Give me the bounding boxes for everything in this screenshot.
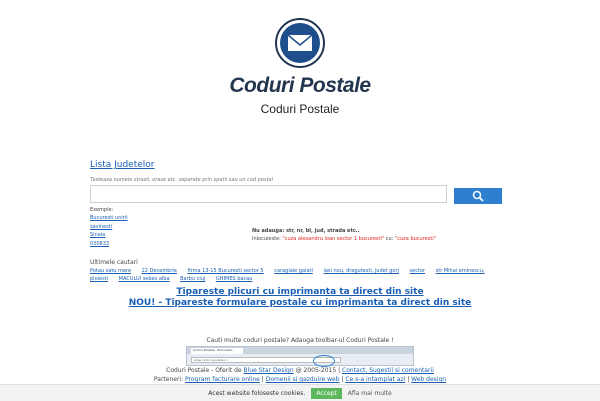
cookie-more-link[interactable]: Afla mai multe	[348, 390, 392, 397]
search-hint: Tasteaza numele strazii, orase etc. sepa…	[90, 177, 273, 183]
recent-search-link[interactable]: caragiale galati	[274, 268, 313, 274]
partner-link[interactable]: Web design	[411, 376, 446, 383]
promo-formulare-link[interactable]: NOU! - Tipareste formulare postale cu im…	[129, 298, 472, 308]
promo-formulare: NOU! - Tipareste formulare postale cu im…	[0, 298, 600, 308]
search-button[interactable]	[454, 188, 502, 204]
tip-nu-adauga: Nu adauga: str, nr, bl, jud, strada etc.…	[252, 228, 360, 234]
footer-prefix: Coduri Postale - Oferit de	[166, 367, 244, 374]
cookie-accept-button[interactable]: Accept	[311, 387, 342, 399]
lista-judetelor-link[interactable]: Lista Judetelor	[90, 160, 155, 170]
tip-prefix: Inlocuieste:	[252, 236, 283, 242]
blue-star-link[interactable]: Blue Star Design	[244, 367, 294, 374]
recent-search-link[interactable]: Potau satu mare	[90, 268, 131, 274]
search-icon	[472, 190, 484, 202]
recent-searches-list: Potau satu mare 22 Decembrie firma 13-15…	[90, 267, 510, 283]
recent-search-link[interactable]: ploiesti	[90, 276, 108, 282]
partners-label: Parteneri:	[153, 376, 186, 383]
recent-search-link[interactable]: 22 Decembrie	[142, 268, 177, 274]
envelope-logo-icon	[275, 18, 325, 68]
footer-credits: Coduri Postale - Oferit de Blue Star Des…	[0, 367, 600, 374]
search-input[interactable]	[90, 185, 447, 203]
toolbar-screenshot-tab: Coduri Postale - Bucuresti...	[191, 348, 243, 354]
recent-search-link[interactable]: MACULUI sebes alba	[119, 276, 170, 282]
partner-link[interactable]: Domenii si gazduire web	[266, 376, 340, 383]
exemple-label: Exemple:	[90, 207, 114, 213]
exemple-item[interactable]: 030833	[90, 240, 128, 249]
recent-search-link[interactable]: GHIMES bacau	[216, 276, 253, 282]
tip-good-example: "cuza bucuresti"	[394, 236, 437, 242]
contact-link[interactable]: Contact, Sugestii si comentarii	[342, 367, 434, 374]
partner-link[interactable]: Program facturare online	[185, 376, 260, 383]
recent-search-link[interactable]: sector	[410, 268, 426, 274]
recent-search-link[interactable]: Barbu cluj	[180, 276, 205, 282]
recent-search-link[interactable]: str Mihai eminescu,	[436, 268, 485, 274]
promo-plicuri: Tipareste plicuri cu imprimanta ta direc…	[0, 287, 600, 297]
toolbar-screenshot[interactable]: Coduri Postale - Bucuresti... www.coduri…	[186, 346, 414, 367]
footer-years: @ 2005-2015 |	[293, 367, 343, 374]
tip-inlocuieste: Inlocuieste: "cuza alexandru ioan sector…	[252, 236, 436, 242]
page-subtitle: Coduri Postale	[260, 102, 340, 116]
promo-plicuri-link[interactable]: Tipareste plicuri cu imprimanta ta direc…	[176, 287, 423, 297]
toolbar-question: Cauti multe coduri postale? Adauga toolb…	[206, 337, 394, 344]
exemple-item[interactable]: Sinaia	[90, 231, 128, 240]
cookie-bar: Acest website foloseste cookies. Accept …	[0, 384, 600, 401]
exemple-item[interactable]: Bucuresti unirii	[90, 214, 128, 223]
cookie-text: Acest website foloseste cookies.	[208, 389, 306, 397]
partner-link[interactable]: Ce s-a intamplat azi	[345, 376, 405, 383]
tip-bad-example: "cuza alexandru ioan sector 1 bucuresti"	[282, 236, 385, 242]
recent-search-link[interactable]: firma 13-15 Bucuresti sector 5	[188, 268, 264, 274]
toolbar-highlight-circle	[313, 355, 335, 367]
recent-searches-label: Ultimele cautari	[90, 259, 138, 266]
footer-partners: Parteneri: Program facturare online | Do…	[153, 376, 447, 383]
tip-mid: cu:	[384, 236, 395, 242]
exemple-list: Bucuresti unirii savinesti Sinaia 030833	[90, 214, 128, 248]
exemple-item[interactable]: savinesti	[90, 223, 128, 232]
recent-search-link[interactable]: iasi nou, dragutesti, judet gorj	[323, 268, 398, 274]
brand-name[interactable]: Coduri Postale	[0, 74, 600, 98]
